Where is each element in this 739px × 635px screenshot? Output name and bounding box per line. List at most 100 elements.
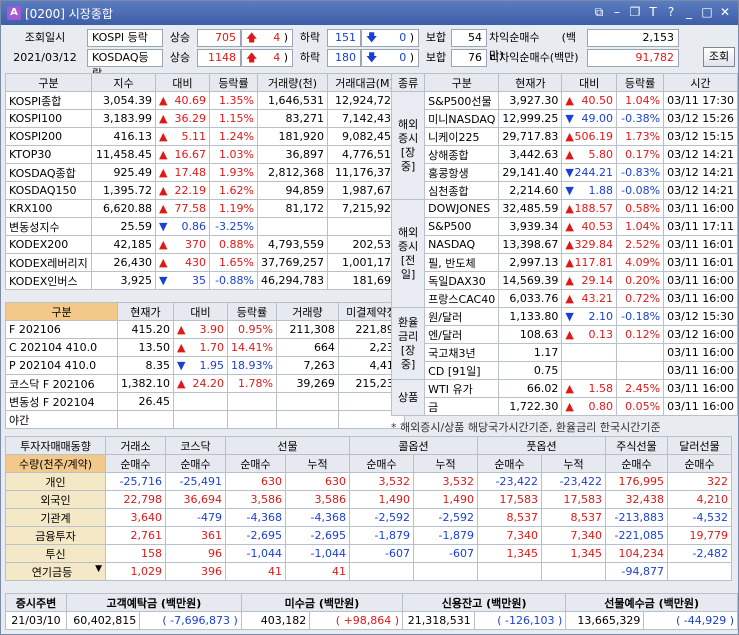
- global-row[interactable]: CD [91일] 0.75 03/11 16:00: [392, 361, 738, 380]
- global-row[interactable]: NASDAQ 13,398.67 ▲ 329.84 2.52% 03/11 16:01: [392, 235, 738, 254]
- deriv-row[interactable]: F 202106 415.20 ▲ 3.90 0.95% 211,308 221,896: [5, 320, 405, 339]
- flat-label: 보합: [425, 31, 447, 44]
- global-row[interactable]: 심천종합 2,214.60 ▼ 1.88 -0.08% 03/12 14:21: [392, 181, 738, 200]
- footer-row: 21/03/10 60,402,815( -7,696,873 ) 403,182(…: [5, 611, 738, 630]
- investor-header: 풋옵션: [477, 436, 606, 455]
- deriv-row[interactable]: 야간: [5, 410, 405, 429]
- down-arrow-icon: ▼: [565, 166, 574, 179]
- footer-table: 증시주변 고객예탁금 (백만원) 미수금 (백만원) 신용잔고 (백만원) 선물예수금 …: [5, 593, 738, 630]
- close-icon[interactable]: ✕: [718, 5, 732, 19]
- up-arrow-icon: ▲: [176, 341, 186, 354]
- deriv-header: 거래량: [275, 302, 339, 321]
- index-row[interactable]: KRX100 6,620.88 ▲ 77.58 1.19% 81,172 7,215,924: [5, 199, 402, 218]
- up-arrow-icon: ▲: [159, 112, 168, 125]
- global-group-label: 해외 증시 [장중]: [390, 91, 426, 200]
- investor-header: 주식선물: [605, 436, 668, 455]
- deriv-row[interactable]: P 202104 410.0 8.35 ▼ 1.95 18.93% 7,263 4,416: [5, 356, 405, 375]
- global-header: 시간: [663, 73, 738, 92]
- window-title: [0200] 시장종합: [25, 6, 113, 21]
- down-arrow-icon: ▼: [159, 220, 168, 233]
- index-header: 거래량(천): [257, 73, 328, 92]
- deriv-row[interactable]: C 202104 410.0 13.50 ▲ 1.70 14.41% 664 2,234: [5, 338, 405, 357]
- derivatives-table: 구분 현재가 대비 등락률 거래량 미결제약정 F 202106 415.20 ▲ 3.90 0.9…: [5, 302, 405, 429]
- down-limit: 🡇 0 ): [361, 49, 419, 67]
- global-row[interactable]: 독일DAX30 14,569.39 ▲ 29.14 0.20% 03/11 16:00: [392, 271, 738, 290]
- max-icon[interactable]: □: [700, 5, 714, 19]
- main-window: A [0200] 시장종합 ⧉ – ❐ T ? _ □ ✕ 조회일시 2021/…: [0, 0, 739, 635]
- investor-name: 투신: [5, 544, 106, 563]
- down-arrow-icon: ▼: [565, 310, 574, 323]
- up-arrow-icon: ▲: [565, 382, 574, 395]
- index-row[interactable]: KODEX200 42,185 ▲ 370 0.88% 4,793,559 202,535: [5, 235, 402, 254]
- arb-value: 2,153: [587, 29, 679, 47]
- app-icon: A: [7, 6, 21, 20]
- index-row[interactable]: KODEX인버스 3,925 ▼ 35 -0.88% 46,294,783 181,691: [5, 271, 402, 290]
- global-table: 종류 구분 현재가 대비 등락률 시간 해외 증시 [장중] S&P500선물 3,927.30…: [390, 73, 738, 416]
- index-row[interactable]: KODEX레버리지 26,430 ▲ 430 1.65% 37,769,257 1,001,…: [5, 253, 402, 272]
- investor-row[interactable]: 금융투자 2,761 361 -2,695 -2,695 -1,879 -1,879 7,34…: [5, 526, 732, 545]
- investor-name: 금융투자: [5, 526, 106, 545]
- index-row[interactable]: KOSPI종합 3,054.39 ▲ 40.69 1.35% 1,646,531 12,92…: [5, 91, 402, 110]
- global-row[interactable]: 환율 금리 [장중] 원/달러 1,133.80 ▼ 2.10 -0.18% 03/12 1…: [390, 307, 738, 380]
- global-row[interactable]: S&P500 3,939.34 ▲ 40.53 1.04% 03/11 17:11: [392, 217, 738, 236]
- up-arrow-icon: ▲: [159, 94, 168, 107]
- investor-row[interactable]: 개인 -25,716 -25,491 630 630 3,532 3,532 -23,422-…: [5, 472, 732, 491]
- global-row[interactable]: 프랑스CAC40 6,033.76 ▲ 43.21 0.72% 03/11 16:00: [392, 289, 738, 308]
- up-limit: 🡅 4 ): [241, 29, 293, 47]
- investor-row[interactable]: 투신 158 96 -1,044 -1,044 -607 -607 1,345 1,345 104…: [5, 544, 732, 563]
- up-arrow-icon: ▲: [159, 184, 168, 197]
- global-group-label: 상품: [390, 379, 426, 416]
- index-row[interactable]: KTOP30 11,458.45 ▲ 16.67 1.03% 36,897 4,776,51…: [5, 145, 402, 164]
- global-row[interactable]: 해외 증시 [장중] S&P500선물 3,927.30 ▲ 40.50 1.04% 03/…: [390, 91, 738, 200]
- global-row[interactable]: 해외 증시 [전일] DOWJONES 32,485.59 ▲ 188.57 0.58% 0…: [390, 199, 738, 308]
- up-arrow-icon: ▲: [565, 130, 574, 143]
- link-icon[interactable]: ⧉: [592, 5, 606, 19]
- investor-header: 선물: [225, 436, 350, 455]
- title-bar: A [0200] 시장종합 ⧉ – ❐ T ? _ □ ✕: [1, 1, 738, 25]
- global-row[interactable]: 국고채3년 1.17 03/11 16:00: [392, 343, 738, 362]
- global-row[interactable]: 금 1,722.30 ▲ 0.80 0.05% 03/11 16:00: [392, 397, 738, 416]
- investor-subheader: 누적: [285, 454, 350, 473]
- global-header: 등락률: [615, 73, 665, 92]
- index-row[interactable]: KOSDAQ150 1,395.72 ▲ 22.19 1.62% 94,859 1,987,…: [5, 181, 402, 200]
- global-row[interactable]: 필, 반도체 2,997.13 ▲ 117.81 4.09% 03/11 16:01: [392, 253, 738, 272]
- up-count: 1148: [197, 49, 241, 67]
- help-icon[interactable]: ?: [664, 5, 678, 19]
- deriv-row[interactable]: 코스닥 F 202106 1,382.10 ▲ 24.20 1.78% 39,269 215…: [5, 374, 405, 393]
- query-button[interactable]: 조회: [703, 47, 735, 67]
- market-breadth-name: KOSPI 등락: [87, 29, 163, 47]
- up-arrow-icon: ▲: [159, 256, 168, 269]
- market-breadth-name: KOSDAQ등락: [87, 49, 163, 80]
- global-row[interactable]: 상해종합 3,442.63 ▲ 5.80 0.17% 03/12 14:21: [392, 145, 738, 164]
- up-arrow-icon: ▲: [565, 292, 574, 305]
- global-row[interactable]: 상품 WTI 유가 66.02 ▲ 1.58 2.45% 03/11 16:00: [390, 379, 738, 416]
- index-table: 구분 지수 대비 등락률 거래량(천) 거래대금(M) KOSPI종합 3,054.39 ▲ 40…: [5, 73, 402, 290]
- restore-icon[interactable]: ❐: [628, 5, 642, 19]
- global-group-label: 환율 금리 [장중]: [390, 307, 426, 380]
- index-header: 구분: [5, 73, 92, 92]
- index-row[interactable]: 변동성지수 25.59 ▼ 0.86 -3.25%: [5, 217, 402, 236]
- global-row[interactable]: 미니NASDAQ 12,999.25 ▼ 49.00 -0.38% 03/12 15:26: [392, 109, 738, 128]
- investor-subheader: 누적: [413, 454, 478, 473]
- font-icon[interactable]: T: [646, 5, 660, 19]
- date-label: 조회일시: [24, 31, 66, 44]
- investor-table: 투자자매매동향 거래소 코스닥 선물 콜옵션 풋옵션 주식선물 달러선물 수량(천주/계약) 순매…: [5, 436, 732, 581]
- min-icon[interactable]: _: [682, 5, 696, 19]
- global-row[interactable]: 엔/달러 108.63 ▲ 0.13 0.12% 03/12 16:00: [392, 325, 738, 344]
- index-row[interactable]: KOSDAQ종합 925.49 ▲ 17.48 1.93% 2,812,368 11,176…: [5, 163, 402, 182]
- investor-row[interactable]: 외국인 22,798 36,694 3,586 3,586 1,490 1,490 17,58…: [5, 490, 732, 509]
- deriv-header: 대비: [172, 302, 228, 321]
- index-row[interactable]: KOSPI200 416.13 ▲ 5.11 1.24% 181,920 9,082,459: [5, 127, 402, 146]
- index-header: 대비: [155, 73, 210, 92]
- deriv-row[interactable]: 변동성 F 202104 26.45: [5, 392, 405, 411]
- investor-row[interactable]: 연기금등 ▼ 1,029 396 41 41 -94,877: [5, 562, 732, 581]
- footer-header: 미수금 (백만원): [240, 593, 404, 612]
- minimize-icon[interactable]: –: [610, 5, 624, 19]
- global-note: * 해외증시/상품 해당국가시간기준, 환율금리 한국시간기준: [391, 421, 661, 434]
- investor-name: 개인: [5, 472, 106, 491]
- investor-row[interactable]: 기관계 3,640 -479 -4,368 -4,368 -2,592 -2,592 8,53…: [5, 508, 732, 527]
- index-row[interactable]: KOSPI100 3,183.99 ▲ 36.29 1.15% 83,271 7,142,4…: [5, 109, 402, 128]
- up-arrow-icon: ▲: [159, 238, 168, 251]
- global-row[interactable]: 홍콩항생 29,141.40 ▼ 244.21 -0.83% 03/12 14:21: [392, 163, 738, 182]
- global-row[interactable]: 니케이225 29,717.83 ▲ 506.19 1.73% 03/12 15:15: [392, 127, 738, 146]
